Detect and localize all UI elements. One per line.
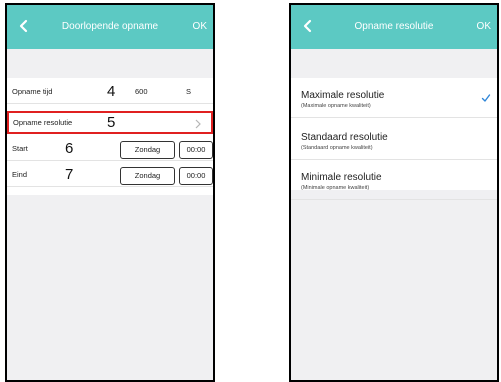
resolution-options-list: Maximale resolutie (Maximale opname kwal…	[291, 78, 497, 200]
option-subtitle: (Minimale opname kwaliteit)	[301, 185, 370, 191]
option-subtitle: (Maximale opname kwaliteit)	[301, 103, 371, 109]
navigation-bar: Doorlopende opname OK	[7, 5, 213, 49]
checkmark-icon	[481, 94, 491, 102]
callout-number: 6	[65, 140, 74, 157]
back-button[interactable]	[13, 14, 35, 38]
option-title: Standaard resolutie	[301, 132, 388, 143]
option-title: Minimale resolutie	[301, 172, 382, 183]
start-row: Start 6 Zondag 00:00	[7, 138, 213, 161]
end-row: Eind 7 Zondag 00:00	[7, 164, 213, 187]
recording-time-unit: S	[186, 87, 192, 96]
recording-time-label: Opname tijd	[12, 87, 53, 96]
continuous-recording-screen: Doorlopende opname OK Opname tijd 4 600 …	[5, 3, 215, 382]
ok-button[interactable]: OK	[477, 5, 491, 49]
back-arrow-icon	[303, 19, 312, 33]
page-title: Doorlopende opname	[61, 21, 159, 32]
navigation-bar: Opname resolutie OK	[291, 5, 497, 49]
resolution-label: Opname resolutie	[13, 118, 73, 127]
start-day-select[interactable]: Zondag	[120, 141, 175, 159]
resolution-screen: Opname resolutie OK Maximale resolutie (…	[289, 3, 499, 382]
end-label: Eind	[12, 170, 28, 179]
chevron-right-icon	[195, 119, 201, 129]
callout-number: 7	[65, 166, 74, 183]
callout-number: 5	[107, 114, 116, 131]
end-day-select[interactable]: Zondag	[120, 167, 175, 185]
page-title: Opname resolutie	[354, 21, 434, 32]
ok-button[interactable]: OK	[193, 5, 207, 49]
settings-list: Opname tijd 4 600 S Opname resolutie 5 S…	[7, 78, 213, 195]
callout-number: 4	[107, 83, 116, 100]
start-time-select[interactable]: 00:00	[179, 141, 213, 159]
back-arrow-icon	[19, 19, 28, 33]
option-subtitle: (Standaard opname kwaliteit)	[301, 145, 373, 151]
resolution-option[interactable]: Maximale resolutie (Maximale opname kwal…	[291, 81, 497, 118]
option-title: Maximale resolutie	[301, 90, 385, 101]
back-button[interactable]	[297, 14, 319, 38]
resolution-option[interactable]: Standaard resolutie (Standaard opname kw…	[291, 123, 497, 160]
recording-time-row[interactable]: Opname tijd 4 600 S	[7, 81, 213, 104]
resolution-row[interactable]: Opname resolutie 5	[7, 111, 213, 134]
recording-time-value[interactable]: 600	[135, 81, 148, 103]
end-time-select[interactable]: 00:00	[179, 167, 213, 185]
start-label: Start	[12, 144, 28, 153]
resolution-option[interactable]: Minimale resolutie (Minimale opname kwal…	[291, 163, 497, 200]
